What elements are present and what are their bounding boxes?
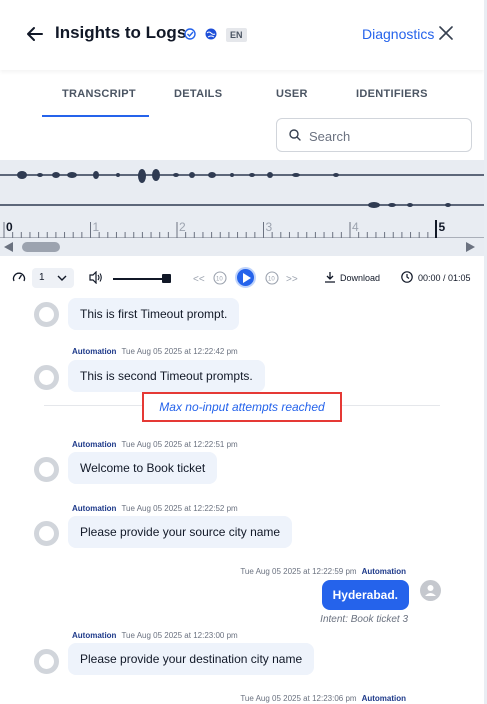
audio-waveform [0,169,484,239]
playhead[interactable] [434,220,437,238]
chevron-down-icon [57,275,67,281]
diagnostics-link[interactable]: Diagnostics [362,26,434,42]
waveform-timeline[interactable]: 0 1 2 3 4 5 [0,160,484,240]
playback-speed-select[interactable]: 1 [32,268,74,288]
message-timestamp: Tue Aug 05 2025 at 12:22:51 pm [121,440,238,449]
svg-text:>>: >> [286,274,298,285]
message-meta: Tue Aug 05 2025 at 12:23:06 pm Automation [240,694,406,703]
bot-avatar [34,457,59,482]
speedometer-icon [12,272,26,282]
panel-header: Insights to Logs EN Diagnostics [0,0,484,70]
ruler-tick-label: 2 [179,220,186,234]
message-speaker: Automation [72,440,117,449]
bot-avatar [34,302,59,327]
tab-identifiers[interactable]: IDENTIFIERS [356,88,428,100]
tab-details[interactable]: DETAILS [174,88,222,100]
message-speaker: Automation [72,347,117,356]
message-speaker: Automation [72,504,117,513]
ruler-tick-label: 0 [6,220,13,234]
message-speaker: Automation [361,567,406,576]
rewind-10-icon[interactable]: << 10 [193,270,229,286]
status-message: Max no-input attempts reached [142,392,342,422]
message-timestamp: Tue Aug 05 2025 at 12:22:59 pm [240,567,357,576]
search-box [276,118,472,152]
tab-bar: TRANSCRIPT DETAILS USER IDENTIFIERS [0,88,484,118]
tab-transcript[interactable]: TRANSCRIPT [62,88,136,100]
play-icon [243,273,251,283]
search-icon [289,129,301,141]
ruler-tick-label: 4 [352,220,359,234]
download-button[interactable]: Download [340,273,380,283]
bot-message: This is first Timeout prompt. [68,298,240,330]
message-timestamp: Tue Aug 05 2025 at 12:23:00 pm [121,631,238,640]
user-avatar [420,580,441,601]
volume-slider[interactable] [113,278,169,280]
forward-10-icon[interactable]: 10 >> [264,270,304,286]
bot-message: Welcome to Book ticket [68,452,218,484]
language-badge: EN [226,28,247,42]
message-meta: Automation Tue Aug 05 2025 at 12:22:52 pm [72,504,238,513]
volume-slider-handle[interactable] [162,274,172,283]
scroll-left-icon[interactable] [4,242,13,252]
scroll-right-icon[interactable] [466,242,475,252]
close-icon[interactable] [439,26,453,40]
volume-icon[interactable] [89,271,103,284]
page-title: Insights to Logs [55,23,187,42]
user-icon [425,585,436,596]
download-icon[interactable] [324,271,336,283]
transcript-list: This is first Timeout prompt. Automation… [0,292,484,704]
svg-text:10: 10 [268,277,275,283]
scroll-thumb[interactable] [22,242,60,252]
intent-label: Intent: Book ticket 3 [320,614,408,625]
globe-icon [205,28,217,40]
message-speaker: Automation [361,694,406,703]
bot-message: This is second Timeout prompts. [68,360,265,392]
ruler-tick-label: 5 [438,220,446,234]
search-input[interactable] [309,127,459,145]
audio-player: 1 << 10 10 >> Download 00:00 / 01:05 [0,262,484,292]
ruler-tick-label: 1 [92,220,100,234]
message-meta: Automation Tue Aug 05 2025 at 12:22:42 pm [72,347,238,356]
bot-avatar [34,521,59,546]
svg-text:<<: << [193,274,205,285]
svg-text:10: 10 [216,277,223,283]
message-meta: Automation Tue Aug 05 2025 at 12:22:51 pm [72,440,238,449]
timeline-scrollbar[interactable] [0,238,484,256]
insights-panel: Insights to Logs EN Diagnostics TRANSCRI… [0,0,487,704]
message-meta: Automation Tue Aug 05 2025 at 12:23:00 pm [72,631,238,640]
clock-icon [401,271,413,283]
user-message: Hyderabad. [321,580,409,610]
bot-avatar [34,365,59,390]
message-timestamp: Tue Aug 05 2025 at 12:22:42 pm [121,347,238,356]
message-meta: Tue Aug 05 2025 at 12:22:59 pm Automation [240,567,406,576]
playback-speed-value: 1 [39,272,45,283]
ruler-tick-label: 3 [265,220,273,234]
back-arrow-icon[interactable] [24,23,46,45]
tab-user[interactable]: USER [276,88,308,100]
message-speaker: Automation [72,631,117,640]
bot-message: Please provide your source city name [68,516,293,548]
play-button[interactable] [235,267,256,288]
playback-time: 00:00 / 01:05 [418,273,471,283]
message-timestamp: Tue Aug 05 2025 at 12:23:06 pm [240,694,357,703]
bot-avatar [34,649,59,674]
message-timestamp: Tue Aug 05 2025 at 12:22:52 pm [121,504,238,513]
bot-message: Please provide your destination city nam… [68,643,315,675]
active-tab-indicator [42,115,149,117]
verified-check-icon [184,28,196,40]
